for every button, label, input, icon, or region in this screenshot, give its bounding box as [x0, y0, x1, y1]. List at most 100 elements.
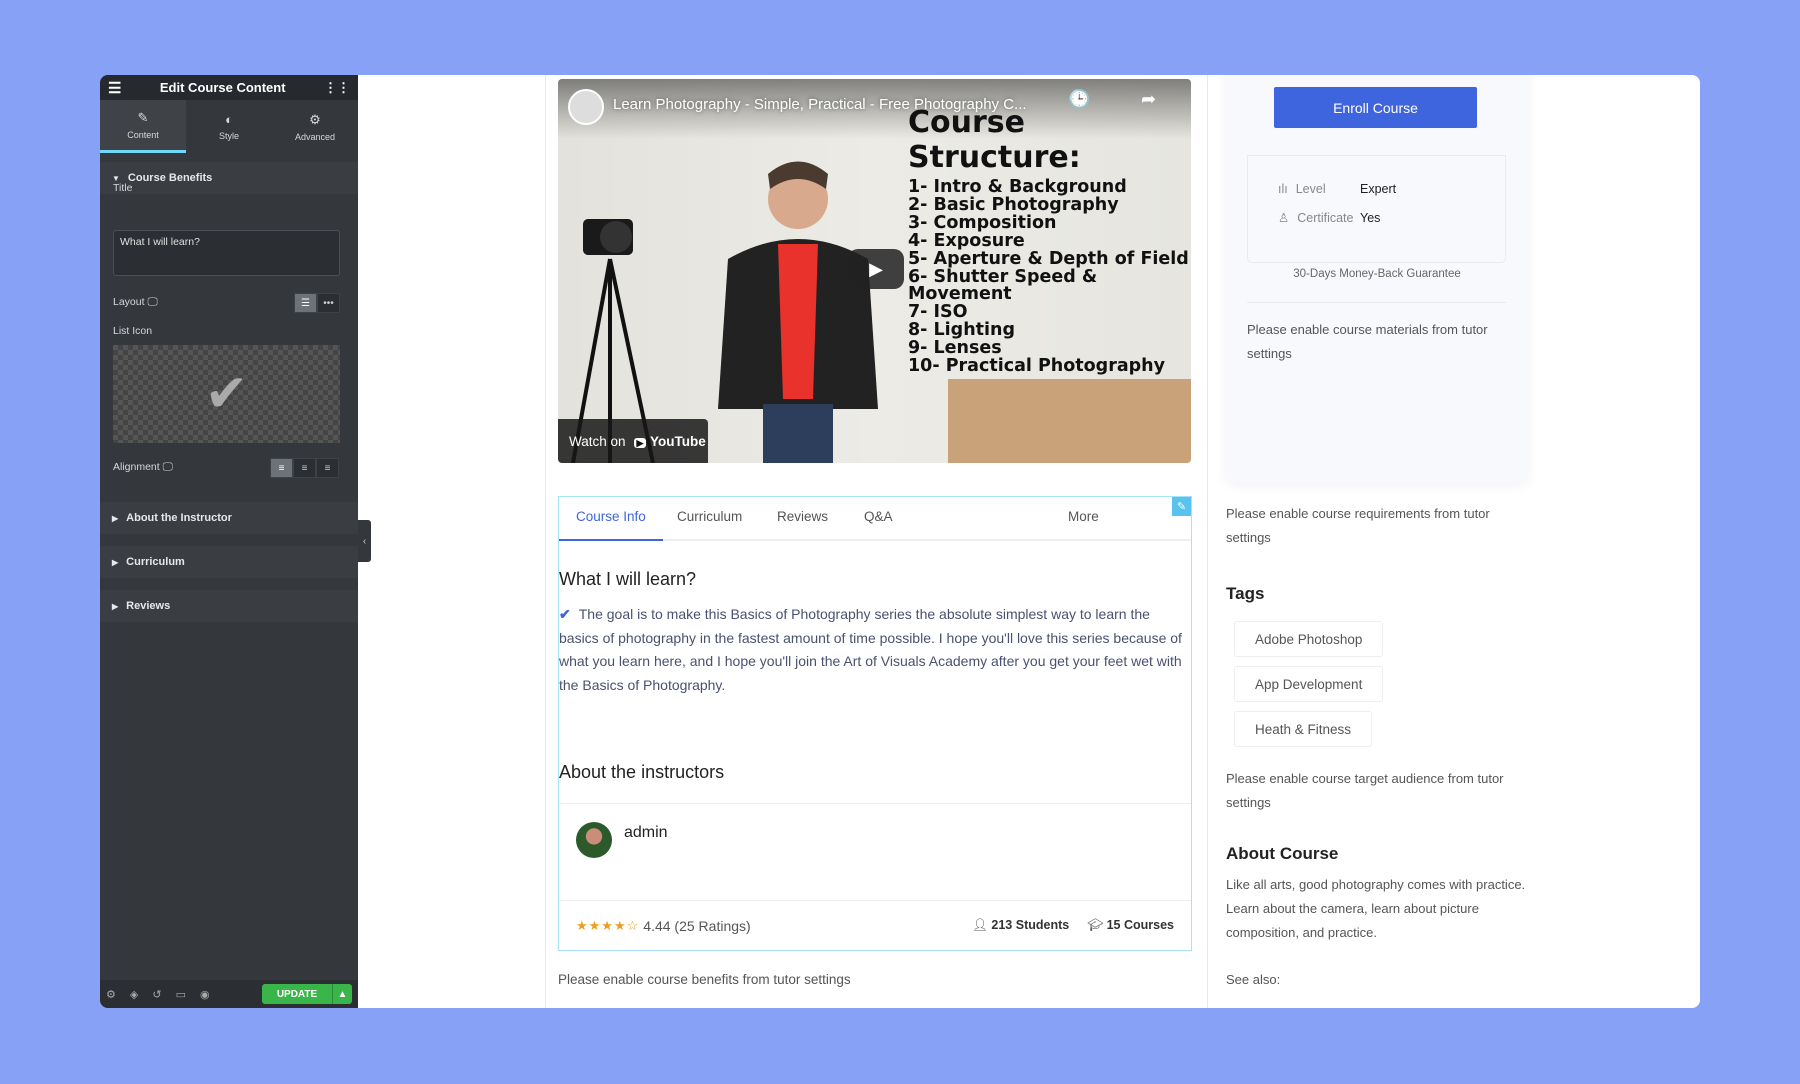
- section-label: Course Benefits: [127, 172, 213, 184]
- tab-reviews[interactable]: Reviews: [777, 509, 828, 524]
- graduation-cap-icon: 🎓︎: [1087, 918, 1104, 932]
- structure-item: 10- Practical Photography: [908, 356, 1166, 377]
- bars-icon: ılı: [1278, 182, 1288, 196]
- layout-label: Layout 🖵: [113, 296, 158, 309]
- responsive-icon[interactable]: ▭: [176, 988, 186, 1001]
- structure-item: 6- Shutter Speed & Movement: [908, 266, 1098, 305]
- settings-icon[interactable]: ⚙: [106, 988, 116, 1001]
- caret-up-icon[interactable]: ▲: [332, 984, 352, 1004]
- course-tabs-widget: Course Info Curriculum Reviews Q&A More …: [558, 496, 1192, 951]
- align-right-icon[interactable]: ≡: [316, 458, 339, 478]
- certificate-value: Yes: [1360, 210, 1381, 225]
- tab-qa[interactable]: Q&A: [864, 509, 893, 524]
- section-curriculum[interactable]: ▶ Curriculum: [100, 546, 358, 578]
- instructor-stats: ★★★★☆ 4.44 (25 Ratings) 👤︎ 213 Students …: [559, 900, 1191, 950]
- avatar[interactable]: [576, 822, 612, 858]
- students-count: 👤︎ 213 Students: [972, 918, 1069, 933]
- youtube-logo: ▶ YouTube: [633, 433, 706, 449]
- play-button[interactable]: ▶: [848, 249, 904, 289]
- course-meta-box: ılı Level Expert ♙ Certificate Yes: [1247, 155, 1506, 263]
- section-reviews[interactable]: ▶ Reviews: [100, 590, 358, 622]
- tag-item[interactable]: Adobe Photoshop: [1234, 621, 1384, 657]
- structure-heading: Course Structure:: [908, 105, 1081, 175]
- course-tabs: Course Info Curriculum Reviews Q&A More: [559, 497, 1191, 541]
- enroll-card: Enroll Course ılı Level Expert ♙ Certificat…: [1226, 75, 1528, 483]
- desktop-icon[interactable]: 🖵: [147, 296, 157, 308]
- certificate-icon: ♙: [1278, 211, 1290, 225]
- title-textarea[interactable]: What I will learn?: [113, 230, 340, 276]
- caret-right-icon: ▶: [112, 601, 119, 611]
- see-also: See also:: [1226, 972, 1281, 987]
- title-label: Title: [113, 182, 133, 194]
- sidebar-footer: ⚙ ◈ ↺ ▭ ◉ UPDATE ▲: [100, 980, 358, 1008]
- tab-more[interactable]: More: [1068, 509, 1099, 524]
- sidebar-tabs: ✎ Content ◐ Style ⚙ Advanced: [100, 100, 358, 153]
- watch-on-label: Watch on: [569, 433, 626, 449]
- courses-number: 15: [1106, 918, 1121, 932]
- list-layout-icon[interactable]: ☰: [294, 293, 317, 313]
- channel-avatar[interactable]: [568, 89, 604, 125]
- requirements-note: Please enable course requirements from t…: [1226, 506, 1490, 545]
- alignment-buttons: ≡ ≡ ≡: [270, 458, 339, 478]
- certificate-row: ♙ Certificate Yes: [1278, 210, 1380, 226]
- tab-curriculum[interactable]: Curriculum: [677, 509, 742, 524]
- hamburger-menu-icon[interactable]: ☰: [108, 79, 121, 97]
- apps-grid-icon[interactable]: ⋮⋮: [324, 80, 350, 96]
- caret-right-icon: ▶: [112, 513, 119, 523]
- browser-window: ☰ Edit Course Content ⋮⋮ ✎ Content ◐ Style…: [100, 75, 1700, 1008]
- money-back-guarantee: 30-Days Money-Back Guarantee: [1293, 268, 1461, 280]
- structure-item: 4- Exposure: [908, 230, 1025, 251]
- level-row: ılı Level Expert: [1278, 182, 1396, 196]
- tags-heading: Tags: [1226, 584, 1265, 603]
- section-label: Reviews: [126, 600, 171, 612]
- tab-advanced[interactable]: ⚙ Advanced: [272, 100, 358, 153]
- user-icon: 👤︎: [972, 918, 988, 932]
- check-icon: ✔: [559, 606, 571, 622]
- main-column: Learn Photography - Simple, Practical - …: [545, 75, 1208, 1008]
- chevron-left-icon: ‹: [362, 535, 367, 547]
- courses-count: 🎓︎ 15 Courses: [1087, 918, 1174, 933]
- youtube-video-embed[interactable]: Learn Photography - Simple, Practical - …: [558, 79, 1191, 463]
- layers-icon[interactable]: ◈: [130, 988, 138, 1001]
- edit-widget-icon[interactable]: ✎: [1172, 497, 1191, 516]
- history-icon[interactable]: ↺: [152, 988, 161, 1001]
- inline-layout-icon[interactable]: •••: [317, 293, 340, 313]
- youtube-wordmark: YouTube: [649, 433, 706, 449]
- checkmark-icon: ✔: [204, 365, 249, 423]
- students-number: 213: [991, 918, 1013, 932]
- collapse-panel-handle[interactable]: ‹: [358, 520, 371, 562]
- instructor-name[interactable]: admin: [624, 824, 668, 842]
- align-left-icon[interactable]: ≡: [270, 458, 293, 478]
- rating-text: 4.44 (25 Ratings): [643, 917, 751, 934]
- shelf: [948, 379, 1191, 463]
- watch-on-youtube-button[interactable]: Watch on ▶ YouTube: [558, 419, 708, 463]
- layout-label-text: Layout: [113, 296, 145, 308]
- tab-style[interactable]: ◐ Style: [186, 100, 272, 153]
- presenter-figure: [718, 161, 878, 463]
- tab-course-info[interactable]: Course Info: [559, 509, 663, 541]
- tag-item[interactable]: App Development: [1234, 666, 1384, 702]
- desktop-icon[interactable]: 🖵: [163, 461, 173, 473]
- align-center-icon[interactable]: ≡: [293, 458, 316, 478]
- play-icon: ▶: [869, 258, 883, 279]
- tab-content[interactable]: ✎ Content: [100, 100, 186, 153]
- list-icon-picker[interactable]: ✔: [113, 345, 340, 443]
- tag-item[interactable]: Heath & Fitness: [1234, 711, 1373, 747]
- level-label: Level: [1295, 182, 1326, 196]
- tab-label: Advanced: [294, 131, 336, 142]
- enroll-course-button[interactable]: Enroll Course: [1274, 87, 1477, 128]
- divider: [1247, 302, 1506, 303]
- caret-right-icon: ▶: [112, 557, 119, 567]
- section-label: About the Instructor: [126, 512, 232, 524]
- star-rating-icon: ★★★★☆: [576, 917, 640, 933]
- update-button[interactable]: UPDATE: [262, 984, 332, 1004]
- benefit-text: The goal is to make this Basics of Photo…: [559, 606, 1182, 694]
- editor-sidebar: ☰ Edit Course Content ⋮⋮ ✎ Content ◐ Style…: [100, 75, 358, 1008]
- benefits-note: Please enable course benefits from tutor…: [558, 972, 851, 987]
- courses-label: Courses: [1123, 918, 1174, 932]
- section-about-instructor[interactable]: ▶ About the Instructor: [100, 502, 358, 534]
- section-course-benefits[interactable]: ▼ Course Benefits: [100, 162, 358, 194]
- level-value: Expert: [1360, 182, 1397, 196]
- preview-eye-icon[interactable]: ◉: [200, 988, 210, 1001]
- instructors-heading: About the instructors: [559, 762, 725, 782]
